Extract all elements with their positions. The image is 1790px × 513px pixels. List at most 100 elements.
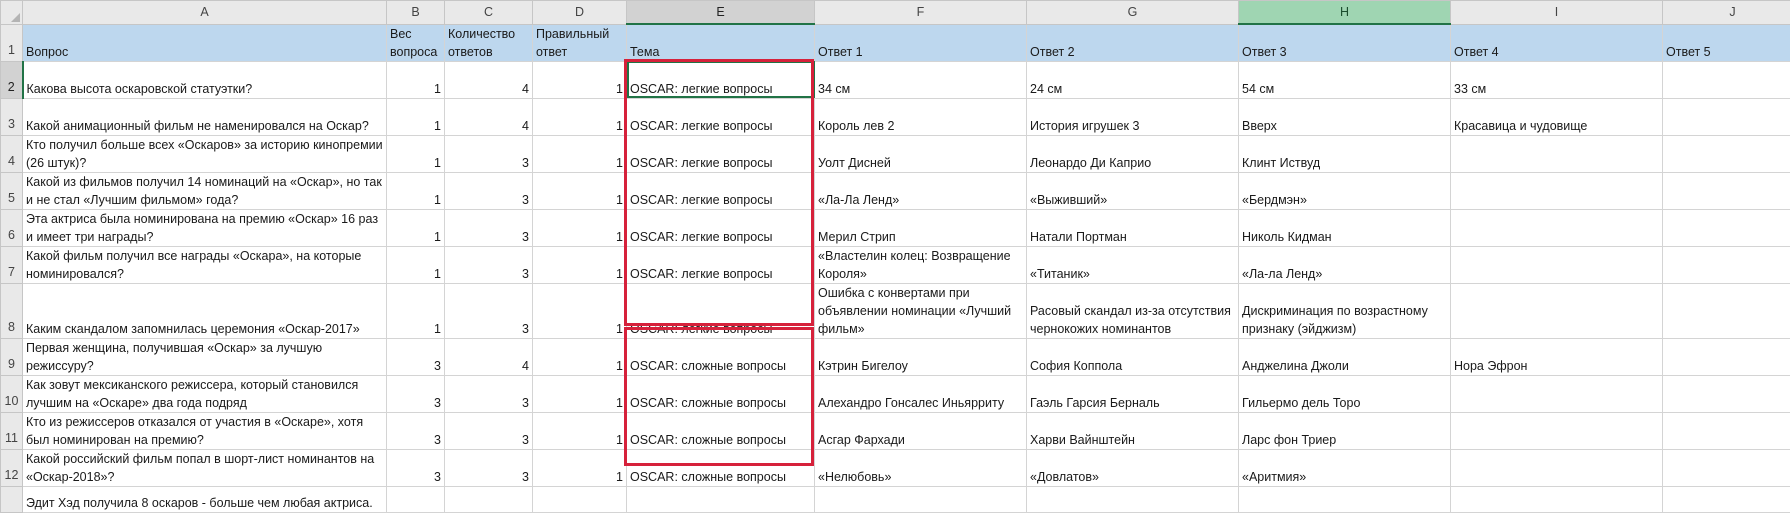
row-number[interactable]: 5 <box>1 172 23 209</box>
cell-g[interactable]: 24 см <box>1027 61 1239 98</box>
header-cell-e[interactable]: Тема <box>627 24 815 61</box>
cell-g[interactable]: «Довлатов» <box>1027 449 1239 486</box>
cell-j[interactable] <box>1663 172 1790 209</box>
column-header-e[interactable]: E <box>627 1 815 25</box>
cell-g[interactable]: «Выживший» <box>1027 172 1239 209</box>
cell-i[interactable] <box>1451 486 1663 512</box>
cell-a[interactable]: Какой из фильмов получил 14 номинаций на… <box>23 172 387 209</box>
cell-f[interactable]: Мерил Стрип <box>815 209 1027 246</box>
cell-e[interactable]: OSCAR: легкие вопросы <box>627 209 815 246</box>
cell-j[interactable] <box>1663 412 1790 449</box>
cell-g[interactable]: История игрушек 3 <box>1027 98 1239 135</box>
cell-j[interactable] <box>1663 61 1790 98</box>
cell-f[interactable]: 34 см <box>815 61 1027 98</box>
cell-e[interactable]: OSCAR: сложные вопросы <box>627 449 815 486</box>
select-all-corner[interactable] <box>1 1 23 25</box>
cell-b[interactable]: 3 <box>387 338 445 375</box>
column-header-h[interactable]: H <box>1239 1 1451 25</box>
cell-c[interactable] <box>445 486 533 512</box>
cell-e[interactable]: OSCAR: легкие вопросы <box>627 172 815 209</box>
cell-d[interactable]: 1 <box>533 61 627 98</box>
cell-i[interactable] <box>1451 209 1663 246</box>
column-header-b[interactable]: B <box>387 1 445 25</box>
cell-h[interactable]: «Аритмия» <box>1239 449 1451 486</box>
cell-c[interactable]: 3 <box>445 135 533 172</box>
cell-b[interactable]: 3 <box>387 375 445 412</box>
header-cell-f[interactable]: Ответ 1 <box>815 24 1027 61</box>
cell-d[interactable]: 1 <box>533 98 627 135</box>
cell-h[interactable]: Дискриминация по возрастному признаку (э… <box>1239 283 1451 338</box>
cell-f[interactable]: Уолт Дисней <box>815 135 1027 172</box>
row-number[interactable]: 7 <box>1 246 23 283</box>
cell-c[interactable]: 3 <box>445 375 533 412</box>
cell-g[interactable]: Расовый скандал из-за отсутствия черноко… <box>1027 283 1239 338</box>
row-number[interactable]: 9 <box>1 338 23 375</box>
cell-g[interactable]: София Коппола <box>1027 338 1239 375</box>
spreadsheet-grid[interactable]: ABCDEFGHIJ1ВопросВес вопросаКоличество о… <box>0 0 1790 513</box>
header-cell-h[interactable]: Ответ 3 <box>1239 24 1451 61</box>
column-header-i[interactable]: I <box>1451 1 1663 25</box>
cell-j[interactable] <box>1663 98 1790 135</box>
cell-i[interactable] <box>1451 135 1663 172</box>
cell-i[interactable] <box>1451 375 1663 412</box>
cell-e[interactable] <box>627 486 815 512</box>
row-number[interactable]: 11 <box>1 412 23 449</box>
cell-i[interactable]: 33 см <box>1451 61 1663 98</box>
cell-f[interactable]: «Ла-Ла Ленд» <box>815 172 1027 209</box>
header-cell-b[interactable]: Вес вопроса <box>387 24 445 61</box>
cell-d[interactable] <box>533 486 627 512</box>
cell-h[interactable]: Вверх <box>1239 98 1451 135</box>
cell-c[interactable]: 4 <box>445 338 533 375</box>
cell-j[interactable] <box>1663 209 1790 246</box>
cell-f[interactable]: «Нелюбовь» <box>815 449 1027 486</box>
cell-b[interactable]: 1 <box>387 172 445 209</box>
cell-b[interactable] <box>387 486 445 512</box>
cell-e[interactable]: OSCAR: легкие вопросы <box>627 246 815 283</box>
cell-b[interactable]: 1 <box>387 61 445 98</box>
cell-f[interactable]: Кэтрин Бигелоу <box>815 338 1027 375</box>
cell-g[interactable]: Леонардо Ди Каприо <box>1027 135 1239 172</box>
cell-a[interactable]: Как зовут мексиканского режиссера, котор… <box>23 375 387 412</box>
row-number[interactable]: 12 <box>1 449 23 486</box>
cell-d[interactable]: 1 <box>533 135 627 172</box>
cell-j[interactable] <box>1663 375 1790 412</box>
cell-g[interactable] <box>1027 486 1239 512</box>
cell-h[interactable]: Анджелина Джоли <box>1239 338 1451 375</box>
cell-d[interactable]: 1 <box>533 375 627 412</box>
cell-j[interactable] <box>1663 338 1790 375</box>
cell-e[interactable]: OSCAR: сложные вопросы <box>627 338 815 375</box>
cell-a[interactable]: Каким скандалом запомнилась церемония «О… <box>23 283 387 338</box>
cell-g[interactable]: Натали Портман <box>1027 209 1239 246</box>
cell-i[interactable]: Нора Эфрон <box>1451 338 1663 375</box>
cell-j[interactable] <box>1663 246 1790 283</box>
row-number[interactable]: 1 <box>1 24 23 61</box>
cell-b[interactable]: 3 <box>387 412 445 449</box>
cell-b[interactable]: 1 <box>387 246 445 283</box>
cell-e[interactable]: OSCAR: легкие вопросы <box>627 98 815 135</box>
cell-b[interactable]: 1 <box>387 283 445 338</box>
cell-b[interactable]: 1 <box>387 98 445 135</box>
cell-e[interactable]: OSCAR: легкие вопросы <box>627 61 815 98</box>
column-header-d[interactable]: D <box>533 1 627 25</box>
cell-b[interactable]: 1 <box>387 209 445 246</box>
cell-f[interactable]: Король лев 2 <box>815 98 1027 135</box>
cell-d[interactable]: 1 <box>533 412 627 449</box>
row-number[interactable]: 3 <box>1 98 23 135</box>
cell-j[interactable] <box>1663 449 1790 486</box>
cell-a[interactable]: Какой фильм получил все награды «Оскара»… <box>23 246 387 283</box>
cell-d[interactable]: 1 <box>533 449 627 486</box>
cell-e[interactable]: OSCAR: сложные вопросы <box>627 375 815 412</box>
cell-g[interactable]: Харви Вайнштейн <box>1027 412 1239 449</box>
row-number[interactable]: 4 <box>1 135 23 172</box>
cell-a[interactable]: Какова высота оскаровской статуэтки? <box>23 61 387 98</box>
header-cell-d[interactable]: Правильный ответ <box>533 24 627 61</box>
cell-i[interactable] <box>1451 412 1663 449</box>
header-cell-a[interactable]: Вопрос <box>23 24 387 61</box>
column-header-g[interactable]: G <box>1027 1 1239 25</box>
cell-f[interactable] <box>815 486 1027 512</box>
header-cell-g[interactable]: Ответ 2 <box>1027 24 1239 61</box>
cell-i[interactable] <box>1451 246 1663 283</box>
cell-j[interactable] <box>1663 283 1790 338</box>
cell-c[interactable]: 3 <box>445 209 533 246</box>
cell-e[interactable]: OSCAR: сложные вопросы <box>627 412 815 449</box>
